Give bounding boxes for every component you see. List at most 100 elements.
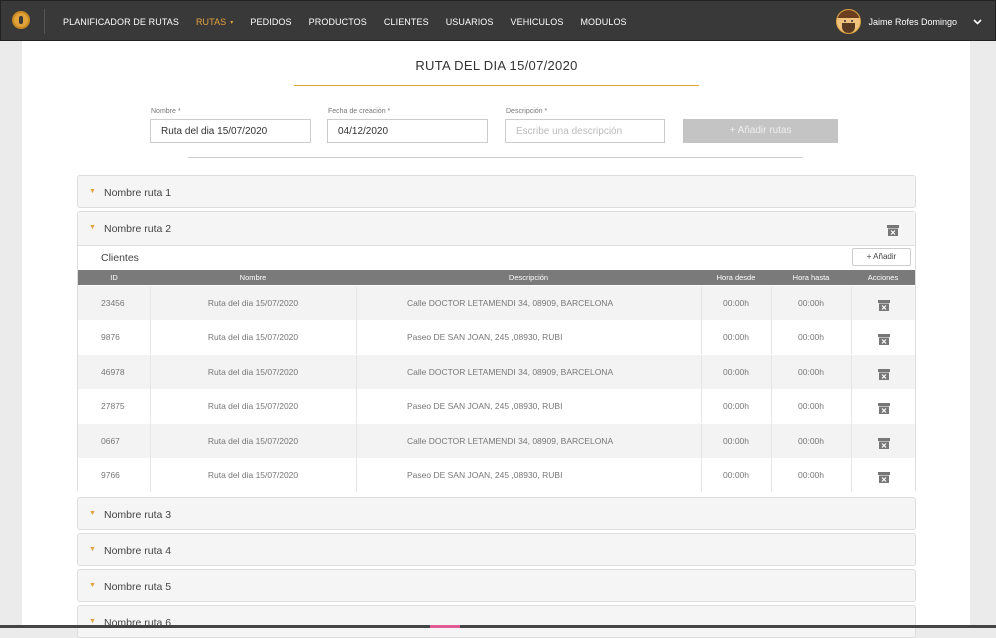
column-divider: [771, 458, 772, 492]
cell-name: Ruta del dia 15/07/2020: [207, 298, 299, 308]
cell-hour-to: 00:00h: [798, 470, 824, 480]
route-name: Nombre ruta 2: [104, 223, 172, 235]
table-row[interactable]: 9876 Ruta del dia 15/07/2020 Paseo DE SAN …: [78, 320, 915, 355]
page-title: RUTA DEL DIA 15/07/2020: [415, 58, 578, 73]
route-item-expanded: ▼ Nombre ruta 2 Clientes + Añadir ID Nom…: [77, 211, 916, 492]
column-divider: [150, 320, 151, 355]
route-name: Nombre ruta 5: [104, 581, 172, 593]
nav-item-planificador[interactable]: PLANIFICADOR DE RUTAS: [63, 17, 179, 27]
name-label: Nombre *: [151, 108, 181, 115]
route-item[interactable]: ▼ Nombre ruta 3: [77, 497, 916, 530]
column-divider: [356, 458, 357, 492]
nav-item-usuarios[interactable]: USUARIOS: [446, 17, 494, 27]
chevron-down-icon[interactable]: [973, 17, 982, 27]
column-divider: [356, 423, 357, 458]
nav-item-clientes[interactable]: CLIENTES: [384, 17, 429, 27]
add-client-button[interactable]: + Añadir: [852, 248, 911, 266]
caret-down-icon: ▼: [89, 582, 96, 589]
route-item[interactable]: ▼ Nombre ruta 5: [77, 569, 916, 602]
cell-id: 0667: [101, 435, 120, 446]
cell-hour-from: 00:00h: [723, 366, 749, 377]
table-row[interactable]: 0667 Ruta del dia 15/07/2020 Calle DOCTOR …: [78, 423, 915, 458]
scrollbar[interactable]: [970, 41, 996, 628]
cell-hour-to: 00:00h: [798, 298, 824, 308]
cell-id: 9876: [101, 332, 120, 343]
caret-down-icon: ▼: [89, 224, 96, 231]
column-divider: [701, 320, 702, 355]
route-item[interactable]: ▼ Nombre ruta 1: [77, 175, 916, 208]
table-row[interactable]: 9766 Ruta del dia 15/07/2020 Paseo DE SAN …: [78, 458, 915, 492]
cell-description: Paseo DE SAN JOAN, 245 ,08930, RUBI: [407, 470, 563, 480]
column-divider: [851, 354, 852, 389]
route-name: Nombre ruta 4: [104, 545, 172, 557]
nav-item-rutas[interactable]: RUTAS ▾: [196, 17, 233, 27]
column-header: Descripción: [508, 273, 549, 282]
avatar[interactable]: [836, 9, 862, 34]
cell-description: Paseo DE SAN JOAN, 245 ,08930, RUBI: [407, 401, 563, 412]
nav-item-rutas-label: RUTAS: [195, 16, 227, 27]
column-header: Hora hasta: [792, 273, 830, 282]
cell-id: 23456: [101, 298, 125, 308]
column-divider: [356, 320, 357, 355]
table-row[interactable]: 23456 Ruta del dia 15/07/2020 Calle DOCTOR…: [78, 286, 915, 320]
cell-name: Ruta del dia 15/07/2020: [207, 470, 299, 480]
archive-icon[interactable]: [878, 367, 890, 385]
add-routes-button[interactable]: + Añadir rutas: [683, 119, 838, 143]
archive-icon[interactable]: [878, 298, 890, 316]
cell-hour-from: 00:00h: [723, 298, 749, 308]
archive-icon[interactable]: [878, 401, 890, 419]
logo-icon[interactable]: [12, 11, 30, 29]
archive-icon[interactable]: [878, 470, 890, 488]
column-header: Acciones: [867, 273, 899, 282]
column-divider: [771, 320, 772, 355]
cell-hour-to: 00:00h: [798, 332, 824, 343]
column-divider: [851, 423, 852, 458]
column-divider: [150, 458, 151, 492]
title-underline: [294, 85, 699, 86]
column-header: ID: [110, 273, 118, 282]
cell-name: Ruta del dia 15/07/2020: [207, 332, 299, 343]
description-field[interactable]: Escribe una descripción: [505, 119, 665, 143]
cell-hour-to: 00:00h: [798, 435, 824, 446]
caret-down-icon: ▼: [89, 618, 96, 625]
date-field[interactable]: 04/12/2020: [327, 119, 488, 143]
nav-item-modulos[interactable]: MODULOS: [580, 17, 626, 27]
caret-down-icon: ▼: [89, 546, 96, 553]
column-divider: [701, 354, 702, 389]
column-header: Hora desde: [716, 273, 756, 282]
cell-name: Ruta del dia 15/07/2020: [207, 435, 299, 446]
user-menu[interactable]: Jaime Rofes Domingo: [836, 1, 995, 42]
column-divider: [851, 286, 852, 320]
nav-item-productos[interactable]: PRODUCTOS: [309, 17, 367, 27]
column-divider: [356, 286, 357, 320]
nav-item-vehiculos[interactable]: VEHICULOS: [511, 17, 564, 27]
archive-icon[interactable]: [878, 332, 890, 350]
route-name: Nombre ruta 3: [104, 509, 172, 521]
user-name[interactable]: Jaime Rofes Domingo: [868, 17, 957, 27]
table-row[interactable]: 46978 Ruta del dia 15/07/2020 Calle DOCTOR…: [78, 354, 915, 389]
nav-item-pedidos[interactable]: PEDIDOS: [250, 17, 291, 27]
cell-hour-from: 00:00h: [723, 401, 749, 412]
cell-hour-from: 00:00h: [723, 470, 749, 480]
column-header: Nombre: [239, 273, 267, 282]
cell-description: Calle DOCTOR LETAMENDI 34, 08909, BARCEL…: [407, 366, 614, 377]
route-name: Nombre ruta 1: [104, 187, 172, 199]
top-navbar: PLANIFICADOR DE RUTAS RUTAS ▾ PEDIDOS PRO…: [0, 0, 996, 41]
name-field[interactable]: Ruta del dia 15/07/2020: [150, 119, 311, 143]
column-divider: [771, 286, 772, 320]
archive-icon[interactable]: [878, 436, 890, 454]
date-label: Fecha de creación *: [328, 108, 391, 115]
archive-icon[interactable]: [887, 223, 899, 241]
caret-down-icon: ▼: [89, 188, 96, 195]
divider: [188, 157, 803, 158]
column-divider: [356, 354, 357, 389]
column-divider: [701, 423, 702, 458]
route-header[interactable]: ▼ Nombre ruta 2: [78, 212, 915, 246]
cell-id: 27875: [101, 401, 125, 412]
column-divider: [851, 389, 852, 424]
route-item[interactable]: ▼ Nombre ruta 6: [77, 605, 916, 638]
column-divider: [150, 354, 151, 389]
caret-down-icon: ▾: [230, 19, 234, 26]
table-row[interactable]: 27875 Ruta del dia 15/07/2020 Paseo DE SAN…: [78, 389, 915, 424]
route-item[interactable]: ▼ Nombre ruta 4: [77, 533, 916, 566]
